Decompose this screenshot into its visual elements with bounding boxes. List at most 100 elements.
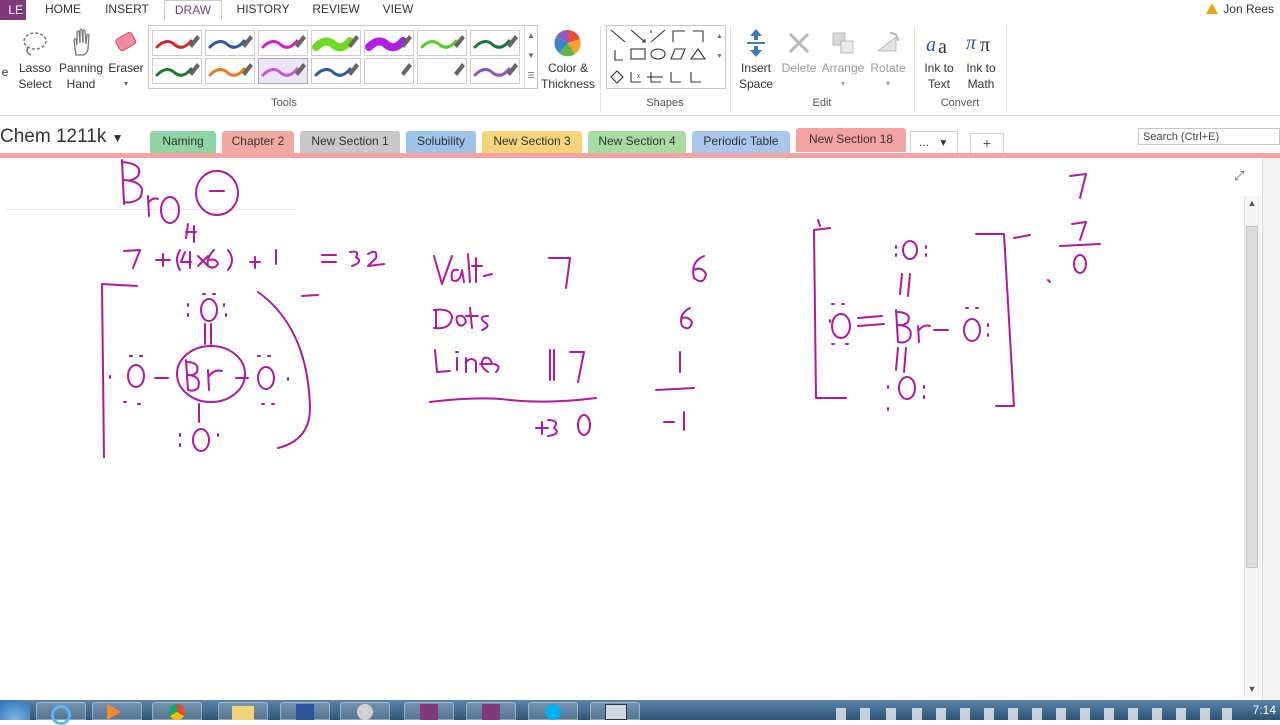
tab-draw[interactable]: DRAW [164, 0, 222, 21]
lasso-select-button[interactable]: Lasso Select [14, 26, 56, 92]
group-divider [1006, 26, 1007, 112]
pen-swatch[interactable] [470, 58, 520, 84]
pen-swatch[interactable] [258, 30, 308, 56]
tray-icon[interactable] [912, 708, 922, 720]
explorer-taskbar-button[interactable] [218, 702, 268, 720]
ink-stroke [197, 255, 209, 267]
tab-file[interactable]: LE [0, 0, 26, 20]
tray-icon[interactable] [1032, 708, 1042, 720]
onenote-taskbar-button-2[interactable] [466, 702, 516, 720]
onenote-taskbar-button[interactable] [404, 702, 454, 720]
scroll-up-icon[interactable]: ▲ [1244, 198, 1260, 208]
ink-stroke [257, 291, 311, 449]
panning-hand-button[interactable]: Panning Hand [58, 26, 104, 92]
section-tab[interactable]: New Section 1 [300, 131, 400, 153]
ink-to-math-button[interactable]: ππ Ink to Math [960, 26, 1002, 92]
user-account[interactable]: Jon Rees [1206, 0, 1274, 18]
chevron-down-icon: ▾ [885, 79, 890, 88]
tray-icon[interactable] [960, 708, 970, 720]
ink-stroke [1047, 279, 1051, 283]
notebook-selector[interactable]: Chem 1211k ▼ [0, 126, 124, 148]
tray-icon[interactable] [886, 708, 896, 720]
tray-icon[interactable] [1128, 708, 1138, 720]
ink-stroke [101, 283, 138, 458]
pen-swatch[interactable] [311, 58, 361, 84]
taskbar-clock[interactable]: 7:14 [1253, 703, 1276, 717]
pen-swatch[interactable] [152, 30, 202, 56]
tab-review[interactable]: REVIEW [308, 0, 364, 20]
ink-stroke [257, 366, 275, 390]
insert-space-button[interactable]: Insert Space [734, 26, 778, 92]
ink-to-text-icon: aa [918, 26, 960, 60]
tool-taskbar-button[interactable] [340, 702, 390, 720]
chrome-taskbar-button[interactable] [152, 702, 202, 720]
delete-button[interactable]: Delete [778, 26, 820, 76]
tab-view[interactable]: VIEW [378, 0, 418, 20]
media-taskbar-button[interactable] [92, 702, 142, 720]
chevron-down-icon: ▼ [938, 138, 949, 149]
word-taskbar-button[interactable] [280, 702, 330, 720]
pen-swatch[interactable] [205, 58, 255, 84]
tray-icon[interactable] [984, 708, 994, 720]
pen-swatch[interactable] [470, 30, 520, 56]
pen-swatch[interactable] [258, 58, 308, 84]
add-section-button[interactable]: + [970, 133, 1004, 153]
tray-icon[interactable] [1152, 708, 1162, 720]
color-wheel-icon [538, 26, 598, 60]
tray-icon[interactable] [836, 708, 846, 720]
color-thickness-button[interactable]: Color & Thickness [538, 26, 598, 92]
group-divider [914, 26, 915, 112]
ink-stroke [895, 309, 912, 344]
pen-swatch[interactable] [364, 58, 414, 84]
tray-icon[interactable] [1200, 708, 1210, 720]
tab-insert[interactable]: INSERT [100, 0, 154, 20]
svg-text:x: x [637, 74, 640, 80]
screen-taskbar-button[interactable] [590, 702, 640, 720]
ink-to-text-button[interactable]: aa Ink to Text [918, 26, 960, 92]
search-input[interactable]: Search (Ctrl+E) [1138, 128, 1280, 145]
tray-icon[interactable] [1104, 708, 1114, 720]
tray-icon[interactable] [1222, 708, 1232, 720]
section-tab[interactable]: Periodic Table [692, 131, 790, 153]
pen-gallery-scroll[interactable]: ▲ ▼ ☰ [524, 26, 537, 88]
notebook-name: Chem 1211k [0, 126, 107, 147]
ribbon-tab-bar: LE HOME INSERT DRAW HISTORY REVIEW VIEW … [0, 0, 1280, 21]
ie-taskbar-button[interactable] [36, 702, 86, 725]
scroll-down-icon[interactable]: ▼ [1244, 684, 1260, 694]
section-tab[interactable]: New Section 18 [796, 128, 906, 152]
section-tab[interactable]: Solubility [406, 131, 476, 153]
pen-swatch[interactable] [417, 30, 467, 56]
tray-icon[interactable] [1056, 708, 1066, 720]
tray-icon[interactable] [1080, 708, 1090, 720]
ink-stroke [655, 387, 695, 391]
tray-icon[interactable] [860, 708, 870, 720]
ink-stroke [1059, 221, 1101, 247]
tab-history[interactable]: HISTORY [232, 0, 294, 20]
skype-taskbar-button[interactable] [528, 702, 578, 720]
ink-stroke [127, 364, 145, 388]
tray-icon[interactable] [936, 708, 946, 720]
ink-to-text-label: Ink to Text [924, 61, 954, 91]
ie-icon [51, 705, 71, 725]
pen-swatch[interactable] [417, 58, 467, 84]
start-button[interactable] [0, 700, 30, 720]
pen-swatch[interactable] [364, 30, 414, 56]
arrange-button[interactable]: Arrange ▾ [820, 26, 866, 92]
pen-swatch[interactable] [152, 58, 202, 84]
pen-swatch[interactable] [311, 30, 361, 56]
shapes-icon[interactable]: x ▲ ▼ [607, 26, 725, 88]
tool-icon [357, 704, 373, 720]
tray-icon[interactable] [1176, 708, 1186, 720]
tab-home[interactable]: HOME [40, 0, 86, 20]
section-tab[interactable]: New Section 4 [588, 131, 686, 153]
section-tab[interactable]: Chapter 2 [222, 131, 294, 153]
pen-swatch[interactable] [205, 30, 255, 56]
ribbon-draw: e Lasso Select Panning Hand Eraser ▾ ▲ ▼ ☰ [0, 20, 1280, 116]
section-tab[interactable]: New Section 3 [482, 131, 582, 153]
tray-icon[interactable] [1008, 708, 1018, 720]
scroll-thumb[interactable] [1246, 226, 1258, 568]
rotate-button[interactable]: Rotate ▾ [866, 26, 910, 92]
section-tab[interactable]: Naming [150, 131, 216, 153]
eraser-button[interactable]: Eraser ▾ [106, 26, 146, 92]
more-sections-button[interactable]: ... ▼ [910, 131, 958, 153]
